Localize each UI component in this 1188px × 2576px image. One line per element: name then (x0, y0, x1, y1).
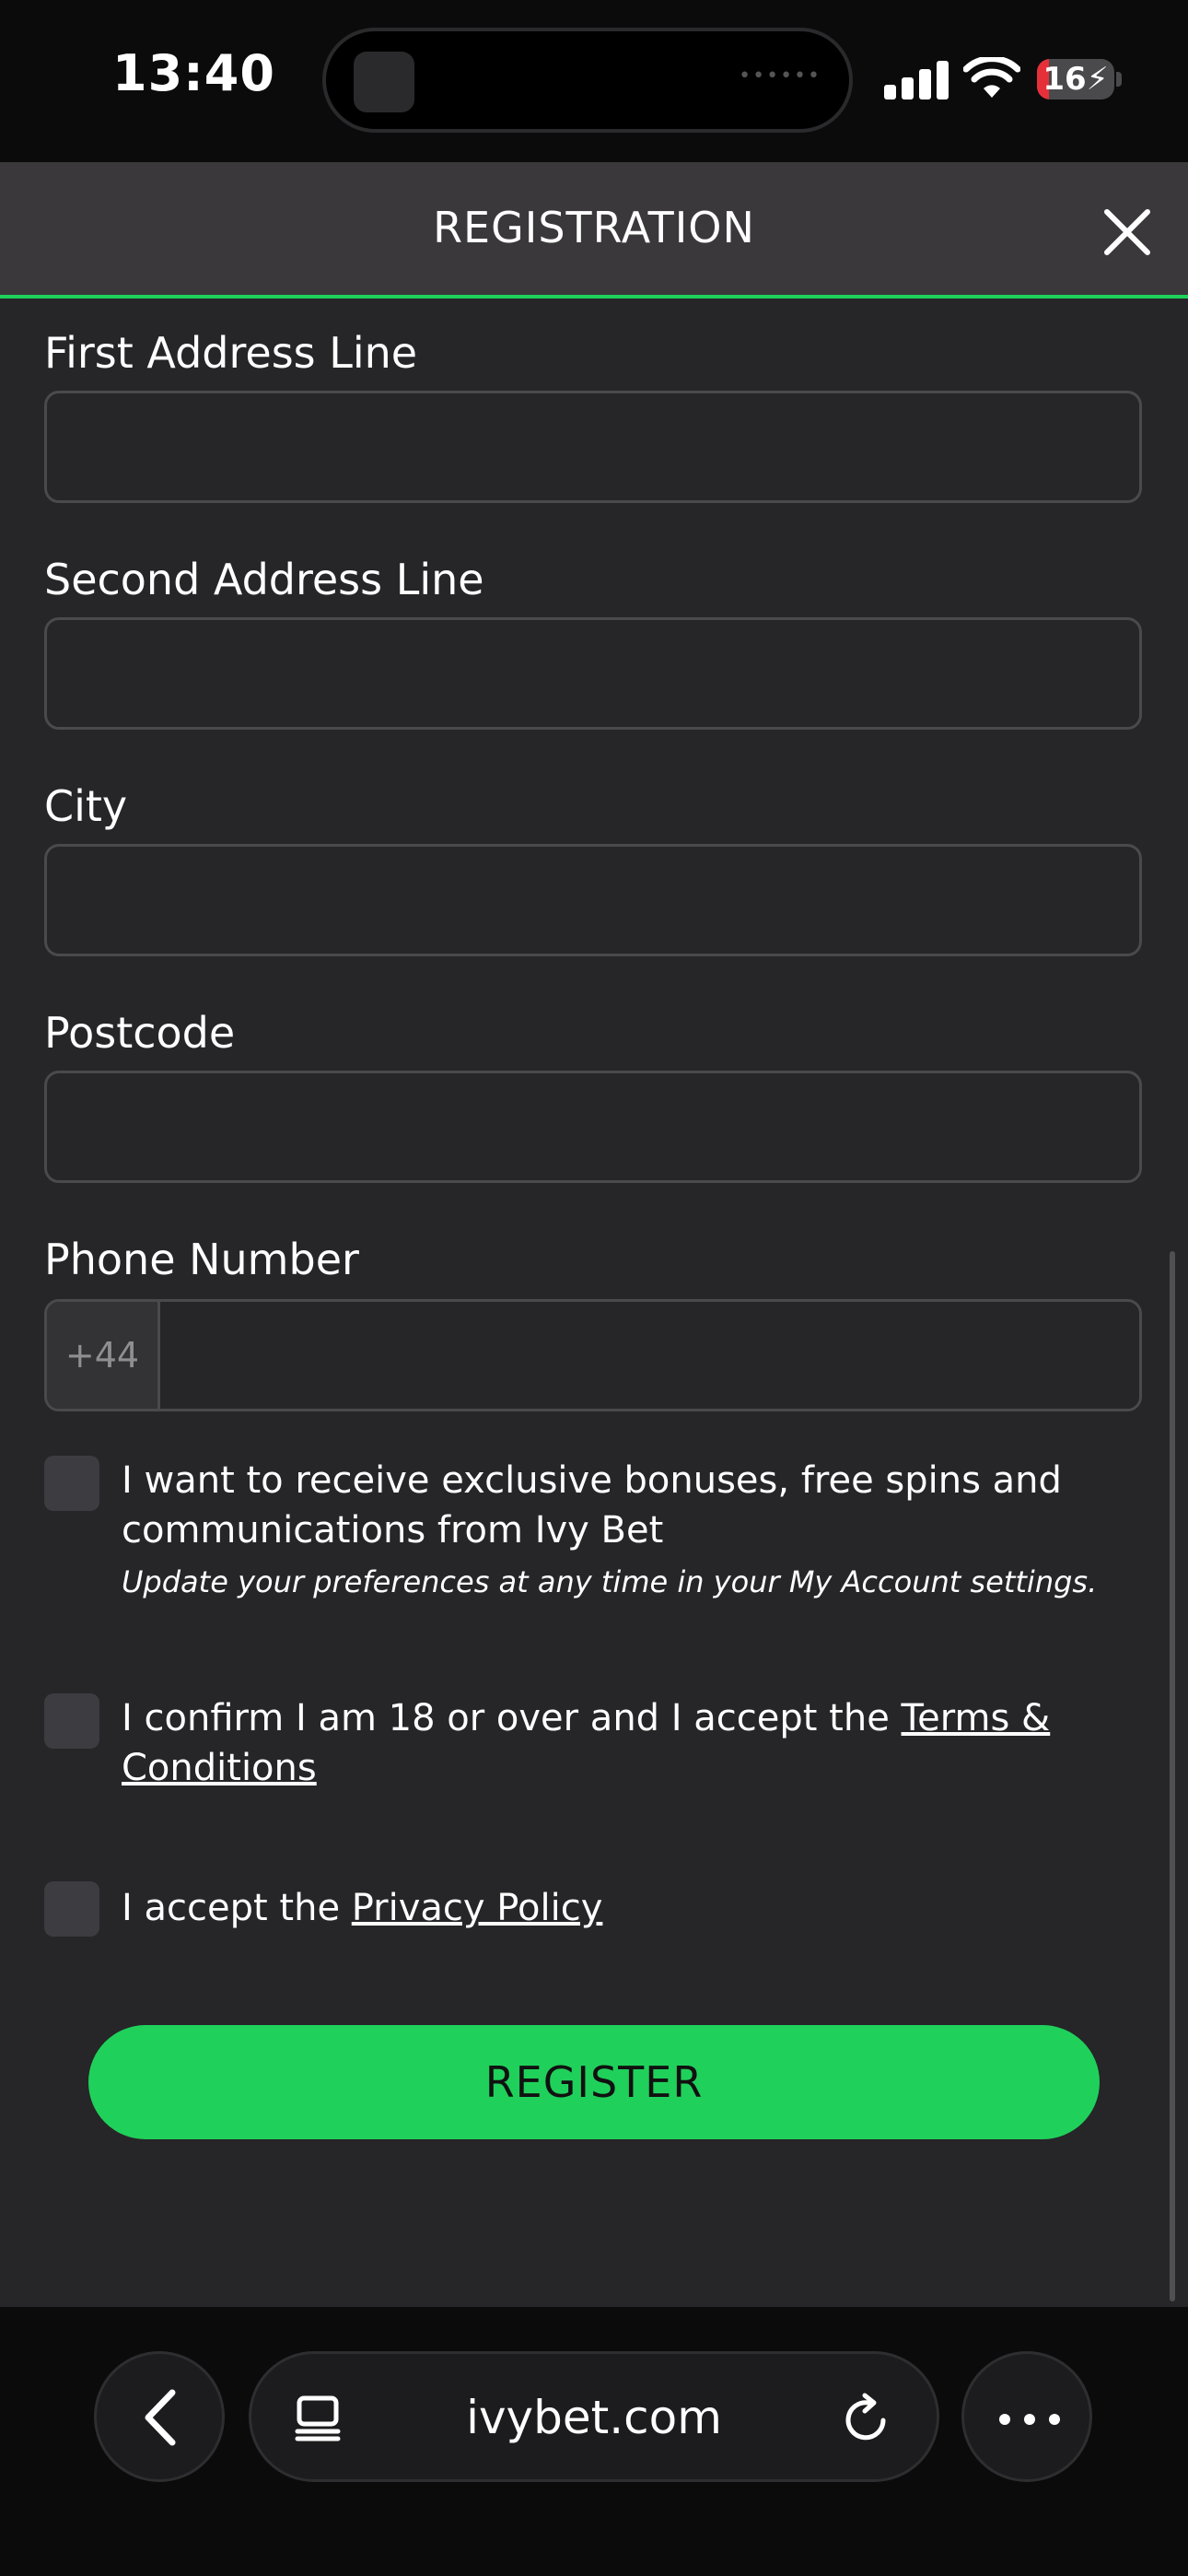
url-bar[interactable]: ivybet.com (249, 2351, 939, 2482)
phone-field: +44 (44, 1299, 1142, 1411)
back-button[interactable] (94, 2351, 225, 2482)
page-title: REGISTRATION (433, 203, 755, 252)
status-bar: 13:40 •••••• 16⚡ (0, 0, 1188, 162)
marketing-checkbox[interactable] (44, 1456, 99, 1511)
scrollbar[interactable] (1170, 1251, 1175, 2301)
dynamic-island: •••••• (322, 28, 853, 133)
reload-icon[interactable] (841, 2393, 892, 2446)
chevron-left-icon (145, 2389, 176, 2446)
postcode-label: Postcode (44, 1008, 236, 1058)
modal-header: REGISTRATION (0, 162, 1188, 299)
browser-toolbar: ivybet.com (0, 2307, 1188, 2576)
postcode-input[interactable] (44, 1071, 1142, 1183)
register-button[interactable]: REGISTER (88, 2025, 1100, 2139)
marketing-consent-note: Update your preferences at any time in y… (122, 1564, 1098, 1599)
second-address-label: Second Address Line (44, 555, 484, 604)
phone-label: Phone Number (44, 1235, 359, 1284)
privacy-text: I accept the Privacy Policy (122, 1883, 1116, 1933)
privacy-checkbox[interactable] (44, 1881, 99, 1937)
url-text: ivybet.com (466, 2391, 722, 2444)
privacy-prefix: I accept the (122, 1887, 352, 1929)
marketing-consent-text: I want to receive exclusive bonuses, fre… (122, 1459, 1062, 1551)
privacy-link[interactable]: Privacy Policy (352, 1887, 603, 1929)
island-app-icon (354, 52, 414, 112)
phone-country-prefix[interactable]: +44 (47, 1302, 160, 1409)
close-icon[interactable] (1103, 208, 1151, 256)
cellular-signal-icon (884, 61, 949, 100)
charging-bolt-icon: ⚡ (1086, 61, 1109, 98)
wifi-icon (963, 57, 1020, 98)
battery-nub (1116, 72, 1122, 87)
city-label: City (44, 781, 128, 831)
battery-indicator: 16⚡ (1037, 59, 1114, 100)
first-address-input[interactable] (44, 391, 1142, 503)
city-input[interactable] (44, 844, 1142, 956)
battery-level: 16 (1042, 61, 1087, 98)
phone-input[interactable] (160, 1302, 1139, 1409)
more-dots-icon (999, 2414, 1060, 2425)
age-terms-prefix: I confirm I am 18 or over and I accept t… (122, 1697, 902, 1739)
island-activity-icon: •••••• (739, 64, 821, 88)
first-address-label: First Address Line (44, 328, 418, 378)
age-terms-checkbox[interactable] (44, 1693, 99, 1749)
age-terms-text: I confirm I am 18 or over and I accept t… (122, 1693, 1116, 1793)
second-address-input[interactable] (44, 617, 1142, 730)
more-button[interactable] (961, 2351, 1092, 2482)
status-time: 13:40 (112, 44, 275, 102)
